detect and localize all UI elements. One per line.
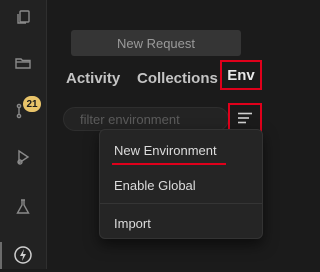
notification-badge: 21 xyxy=(23,96,41,112)
environment-dropdown-menu: New Environment Enable Global Import xyxy=(99,129,263,239)
menu-icon xyxy=(238,112,252,124)
copy-icon[interactable] xyxy=(0,0,46,34)
menu-item-import[interactable]: Import xyxy=(114,216,151,231)
activity-bar: 21 xyxy=(0,0,47,269)
menu-item-enable-global[interactable]: Enable Global xyxy=(114,178,196,193)
tab-env[interactable]: Env xyxy=(220,60,262,90)
lightning-icon[interactable] xyxy=(0,238,46,272)
new-request-button[interactable]: New Request xyxy=(71,30,241,56)
folder-icon[interactable] xyxy=(0,46,46,80)
tab-collections[interactable]: Collections xyxy=(137,66,218,90)
active-indicator xyxy=(0,242,2,269)
side-panel: New Request Activity Collections Env New… xyxy=(47,0,267,269)
menu-item-new-environment[interactable]: New Environment xyxy=(114,143,217,158)
menu-divider xyxy=(100,203,262,204)
highlight-underline xyxy=(112,163,226,165)
flask-icon[interactable] xyxy=(0,190,46,224)
tab-activity[interactable]: Activity xyxy=(66,66,120,90)
filter-environment-input[interactable] xyxy=(63,107,229,131)
run-debug-icon[interactable] xyxy=(0,140,46,174)
